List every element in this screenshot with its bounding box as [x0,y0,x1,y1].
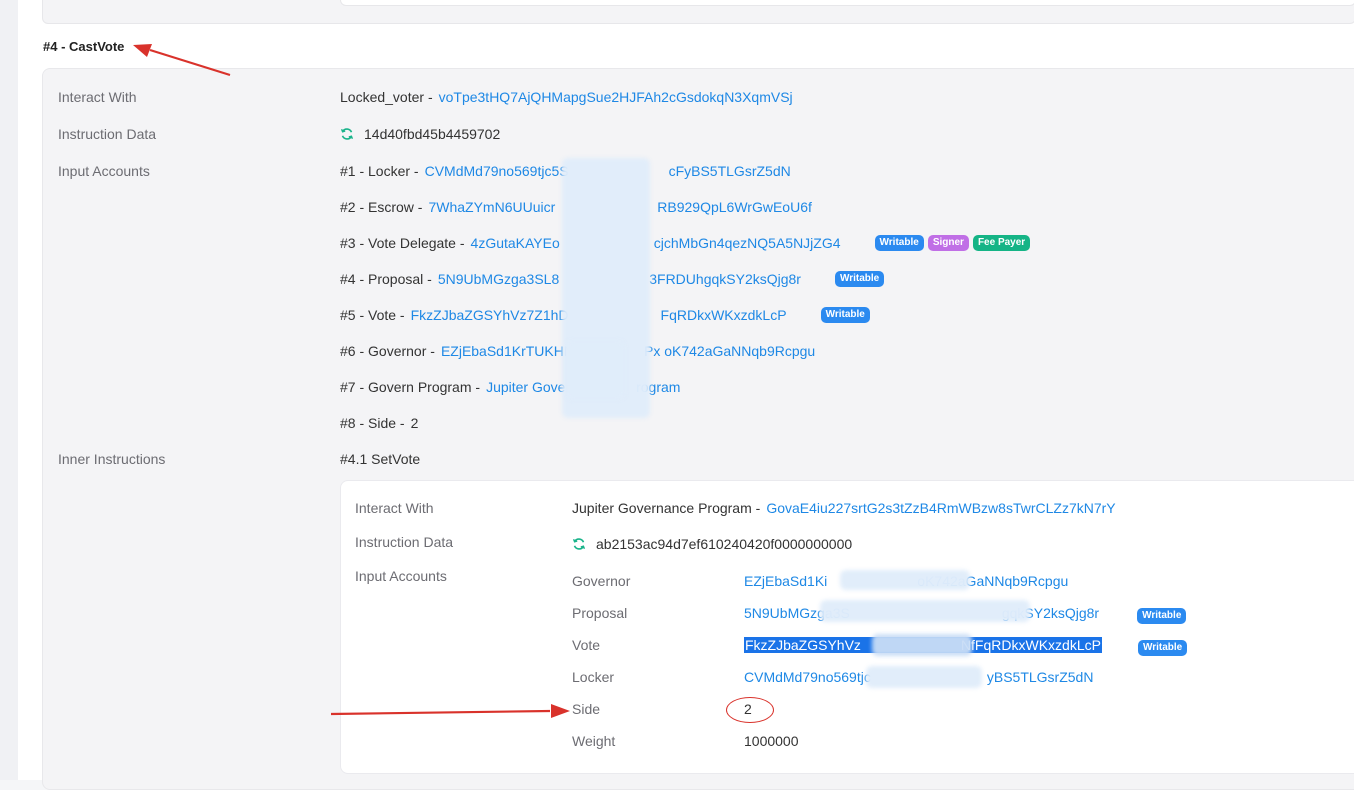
annotation-circle [726,697,774,723]
arrow-line [330,709,551,716]
annotation-arrows [133,44,570,718]
arrow-line [149,48,231,77]
arrow-head [551,704,570,718]
arrow-head [133,44,152,57]
